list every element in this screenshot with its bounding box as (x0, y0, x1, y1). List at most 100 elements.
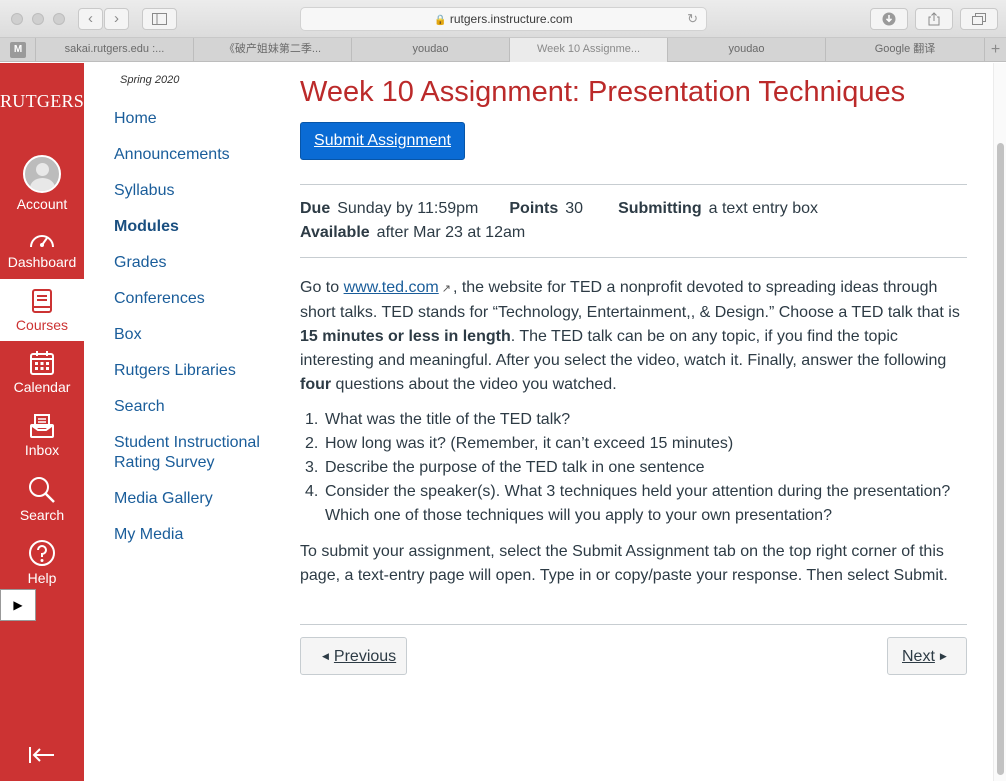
divider (300, 624, 967, 625)
due-label: Due (300, 200, 331, 217)
course-nav-rating-survey[interactable]: Student Instructional Rating Survey (114, 433, 279, 473)
browser-tab[interactable]: Google 翻译 (825, 38, 984, 62)
download-icon (882, 12, 896, 26)
instructions-emphasis: four (300, 376, 332, 393)
global-nav-courses[interactable]: Courses (0, 279, 84, 341)
global-nav-calendar[interactable]: Calendar (0, 350, 84, 395)
media-play-button[interactable]: ▶ (0, 589, 36, 621)
close-window-button[interactable] (11, 13, 23, 25)
reload-icon[interactable]: ↻ (687, 8, 698, 30)
assignment-meta-row: Due Sunday by 11:59pm Points 30 Submitting a … (300, 200, 818, 218)
term-label: Spring 2020 (120, 74, 180, 86)
pinned-tab[interactable]: M (10, 42, 26, 58)
new-tab-button[interactable]: + (984, 38, 1006, 62)
course-nav-rutgers-libraries[interactable]: Rutgers Libraries (114, 361, 279, 381)
zoom-window-button[interactable] (53, 13, 65, 25)
list-item: 3. Describe the purpose of the TED talk i… (300, 456, 967, 480)
points-value: 30 (565, 200, 584, 217)
divider (300, 257, 967, 258)
browser-tab[interactable]: youdao (351, 38, 509, 62)
next-button[interactable]: Next ▶ (887, 637, 967, 675)
global-nav-label: Help (27, 570, 57, 586)
submitting-label: Submitting (618, 200, 702, 217)
course-nav-syllabus[interactable]: Syllabus (114, 181, 279, 201)
scrollbar-thumb[interactable] (997, 143, 1004, 775)
sidebar-toggle-button[interactable] (142, 8, 177, 30)
question-number: 4. (305, 483, 319, 500)
global-nav-help[interactable]: Help (0, 539, 84, 586)
available-value: after Mar 23 at 12am (376, 224, 526, 241)
instructions-emphasis: 15 minutes or less in length (300, 328, 511, 345)
question-number: 3. (305, 459, 319, 476)
course-nav-grades[interactable]: Grades (114, 253, 279, 273)
downloads-button[interactable] (870, 8, 908, 30)
global-nav-inbox[interactable]: Inbox (0, 413, 84, 458)
question-text: Consider the speaker(s). What 3 techniqu… (325, 483, 951, 524)
help-icon (29, 540, 55, 566)
question-number: 2. (305, 435, 319, 452)
dashboard-icon (30, 235, 54, 248)
question-text: Describe the purpose of the TED talk in … (325, 459, 705, 476)
search-icon (29, 477, 55, 503)
assignment-availability-row: Available after Mar 23 at 12am (300, 224, 525, 242)
share-button[interactable] (915, 8, 953, 30)
course-nav-media-gallery[interactable]: Media Gallery (114, 489, 279, 509)
list-item: 1. What was the title of the TED talk? (300, 408, 967, 432)
minimize-window-button[interactable] (32, 13, 44, 25)
browser-tab[interactable]: youdao (667, 38, 825, 62)
previous-button[interactable]: ◀ Previous (300, 637, 407, 675)
global-nav-label: Courses (15, 317, 69, 333)
sidebar-icon (152, 13, 167, 25)
submitting-value: a text entry box (708, 200, 818, 217)
course-nav-conferences[interactable]: Conferences (114, 289, 279, 309)
points-label: Points (509, 200, 559, 217)
back-button[interactable]: ‹ (78, 8, 103, 30)
caret-left-icon: ◀ (322, 651, 329, 661)
tabs-icon (972, 13, 986, 25)
course-nav-my-media[interactable]: My Media (114, 525, 279, 545)
divider (300, 184, 967, 185)
global-nav-label: Search (19, 507, 65, 523)
page-scrollbar[interactable] (993, 63, 1006, 781)
forward-button[interactable]: › (104, 8, 129, 30)
browser-tab[interactable]: 《破产姐妹第二季... (193, 38, 351, 62)
course-nav-home[interactable]: Home (114, 109, 279, 129)
inbox-icon (30, 414, 54, 438)
previous-label: Previous (333, 648, 397, 665)
global-nav-dashboard[interactable]: Dashboard (0, 229, 84, 270)
caret-right-icon: ▶ (939, 651, 947, 661)
share-icon (928, 12, 940, 26)
address-text: rutgers.instructure.com (449, 12, 573, 26)
ted-link[interactable]: www.ted.com (344, 279, 439, 296)
tabs-overview-button[interactable] (960, 8, 998, 30)
avatar-icon (23, 155, 61, 193)
address-bar[interactable]: 🔒 rutgers.instructure.com ↻ (300, 7, 707, 31)
course-nav-search[interactable]: Search (114, 397, 279, 417)
page-title: Week 10 Assignment: Presentation Techniq… (300, 76, 906, 108)
question-number: 1. (305, 411, 319, 428)
browser-tab[interactable]: sakai.rutgers.edu :... (35, 38, 193, 62)
global-nav-label: Inbox (24, 442, 60, 458)
calendar-icon (30, 351, 54, 375)
browser-tab-active[interactable]: Week 10 Assignme... (509, 38, 667, 62)
global-nav-label: Dashboard (7, 254, 77, 270)
assignment-instructions: Go to www.ted.com ↗, the website for TED … (300, 276, 967, 397)
rutgers-logo[interactable]: RUTGERS (0, 91, 84, 112)
instructions-text: questions about the video you watched. (331, 376, 617, 393)
next-label: Next (902, 648, 935, 665)
due-value: Sunday by 11:59pm (337, 200, 479, 217)
list-item: 2. How long was it? (Remember, it can’t e… (300, 432, 967, 456)
submission-instructions: To submit your assignment, select the Su… (300, 543, 948, 584)
course-nav-box[interactable]: Box (114, 325, 279, 345)
instructions-text: Go to (300, 279, 344, 296)
lock-icon: 🔒 (434, 15, 447, 26)
course-nav-modules[interactable]: Modules (114, 217, 279, 237)
external-link-icon: ↗ (441, 283, 451, 295)
global-nav-search[interactable]: Search (0, 476, 84, 523)
available-label: Available (300, 224, 370, 241)
submit-assignment-button[interactable]: Submit Assignment (300, 122, 465, 160)
course-nav-announcements[interactable]: Announcements (114, 145, 279, 165)
collapse-nav-icon[interactable] (28, 745, 56, 765)
global-nav-account[interactable]: Account (0, 155, 84, 212)
browser-toolbar: ‹ › 🔒 rutgers.instructure.com ↻ (0, 0, 1006, 38)
